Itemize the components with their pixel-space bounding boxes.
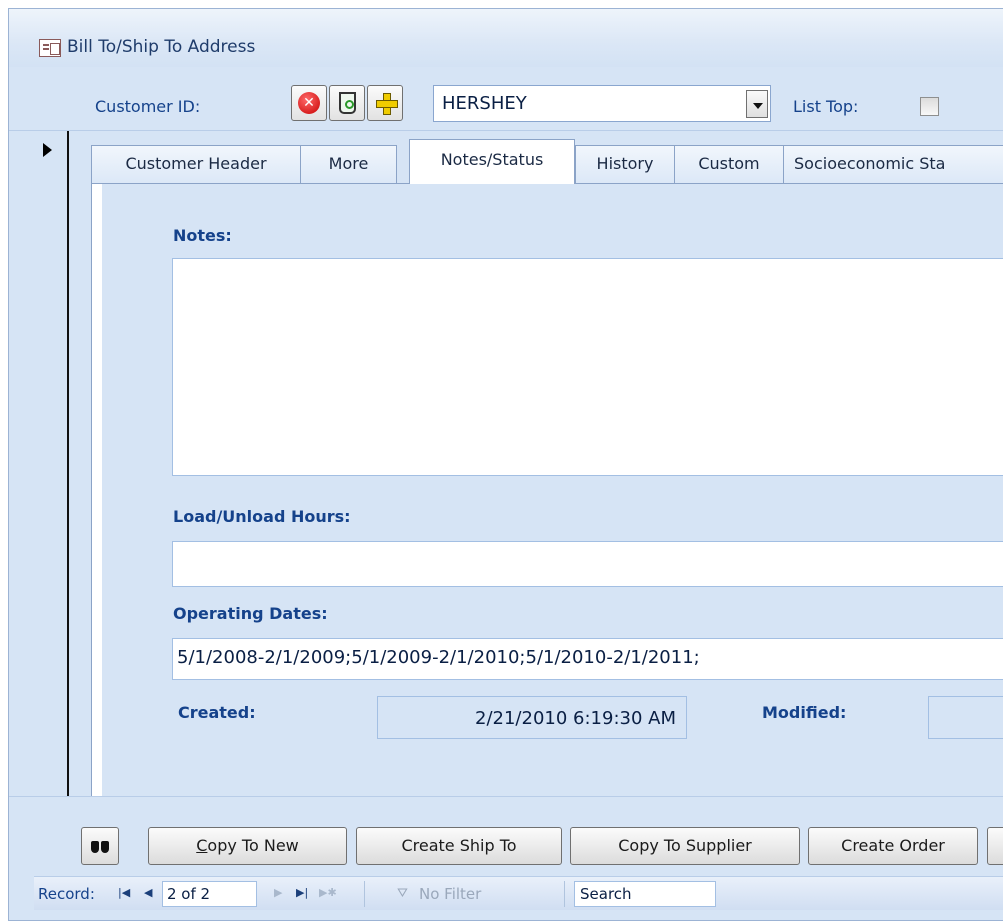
add-button[interactable] xyxy=(367,85,403,121)
delete-icon: ✕ xyxy=(298,92,320,114)
footer-section: Copy To New Create Ship To Copy To Suppl… xyxy=(9,796,1003,920)
operating-dates-label: Operating Dates: xyxy=(173,604,328,623)
form-icon xyxy=(39,39,61,57)
record-navigation: Record: |◀ ◀ 2 of 2 ▶ ▶| ▶✱ ⛛ No Filter … xyxy=(34,876,1003,910)
tab-history[interactable]: History xyxy=(575,145,675,183)
operating-dates-field[interactable]: 5/1/2008-2/1/2009;5/1/2009-2/1/2010;5/1/… xyxy=(172,638,1003,680)
first-record-icon[interactable]: |◀ xyxy=(118,886,130,899)
next-record-icon[interactable]: ▶ xyxy=(274,886,282,899)
copy-to-new-label: opy To New xyxy=(207,836,299,855)
add-icon xyxy=(376,93,398,115)
binoculars-icon xyxy=(91,838,109,854)
find-button[interactable] xyxy=(81,827,119,865)
window-title: Bill To/Ship To Address xyxy=(67,37,256,57)
filter-status[interactable]: No Filter xyxy=(419,885,481,903)
search-input[interactable]: Search xyxy=(574,881,716,907)
tab-page-notes-status: Notes: Load/Unload Hours: Operating Date… xyxy=(91,183,1003,809)
last-record-icon[interactable]: ▶| xyxy=(296,886,308,899)
header-section: Customer ID: ✕ HERSHEY List Top: xyxy=(9,67,1003,131)
tab-content: Notes: Load/Unload Hours: Operating Date… xyxy=(102,184,1003,799)
record-label: Record: xyxy=(38,885,95,903)
chevron-down-icon[interactable] xyxy=(746,90,768,118)
title-bar: Bill To/Ship To Address xyxy=(9,9,1003,67)
recycle-button[interactable] xyxy=(329,85,365,121)
tab-customer-header[interactable]: Customer Header xyxy=(91,145,301,183)
copy-to-new-accesskey: C xyxy=(196,836,208,855)
create-ship-to-button[interactable]: Create Ship To xyxy=(356,827,562,865)
customer-id-label: Customer ID: xyxy=(95,97,201,116)
more-actions-button[interactable] xyxy=(987,827,1003,865)
customer-id-value: HERSHEY xyxy=(442,93,527,114)
load-unload-label: Load/Unload Hours: xyxy=(173,507,351,526)
new-record-icon[interactable]: ▶✱ xyxy=(319,886,337,899)
nav-separator xyxy=(564,881,565,907)
load-unload-field[interactable] xyxy=(172,541,1003,587)
nav-separator xyxy=(364,881,365,907)
created-label: Created: xyxy=(178,703,256,722)
copy-to-new-button[interactable]: Copy To New xyxy=(148,827,347,865)
created-value: 2/21/2010 6:19:30 AM xyxy=(377,696,687,739)
delete-button[interactable]: ✕ xyxy=(291,85,327,121)
filter-icon[interactable]: ⛛ xyxy=(397,886,413,901)
list-top-checkbox[interactable] xyxy=(920,97,939,116)
notes-field[interactable] xyxy=(172,258,1003,476)
previous-record-icon[interactable]: ◀ xyxy=(144,886,152,899)
modified-value: 2 xyxy=(928,696,1003,739)
current-record-icon xyxy=(43,143,52,157)
record-selector[interactable] xyxy=(9,131,69,796)
customer-id-combo[interactable]: HERSHEY xyxy=(433,85,771,122)
notes-label: Notes: xyxy=(173,226,232,245)
form-window: Bill To/Ship To Address Customer ID: ✕ H… xyxy=(8,8,1003,921)
tab-more[interactable]: More xyxy=(300,145,397,183)
tab-custom[interactable]: Custom xyxy=(674,145,784,183)
tab-strip: Customer Header More Notes/Status Histor… xyxy=(91,139,1003,184)
current-record-input[interactable]: 2 of 2 xyxy=(162,881,257,907)
tab-socioeconomic[interactable]: Socioeconomic Sta xyxy=(783,145,1003,183)
create-order-button[interactable]: Create Order xyxy=(808,827,978,865)
tab-notes-status[interactable]: Notes/Status xyxy=(409,139,575,184)
copy-to-supplier-button[interactable]: Copy To Supplier xyxy=(570,827,800,865)
recycle-bin-icon xyxy=(339,92,356,114)
modified-label: Modified: xyxy=(762,703,847,722)
list-top-label: List Top: xyxy=(793,97,859,116)
